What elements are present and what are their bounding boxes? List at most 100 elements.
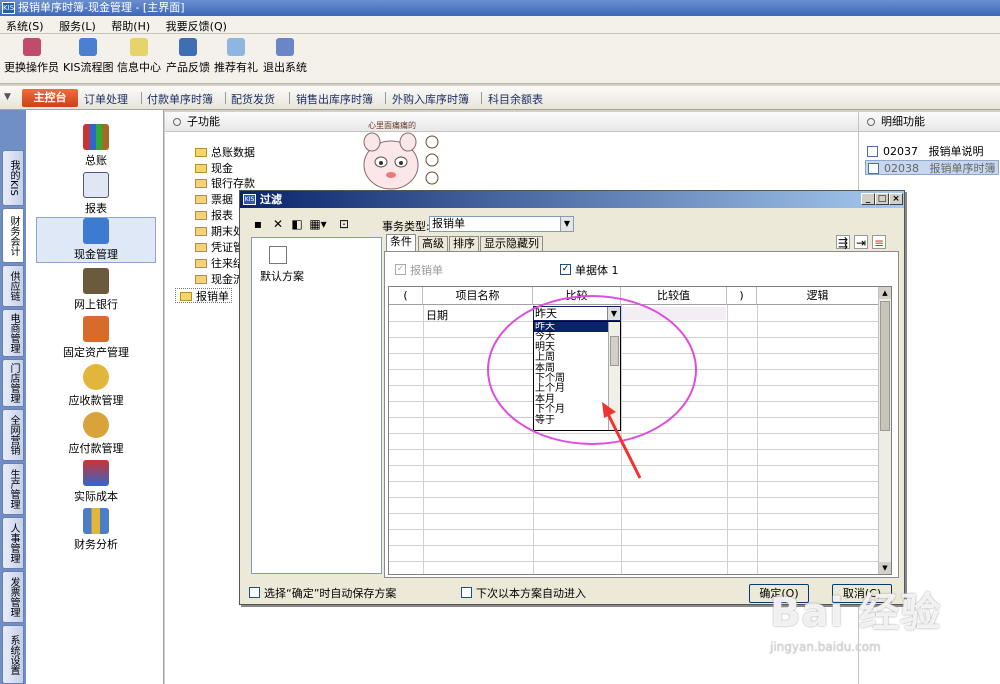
chevron-down-icon[interactable]: ▼ — [560, 217, 573, 231]
module-reports[interactable]: 报表 — [36, 172, 156, 216]
new-scheme-icon[interactable]: ◧ — [290, 217, 304, 231]
module-actual-cost[interactable]: 实际成本 — [36, 460, 156, 504]
folder-icon — [195, 211, 207, 220]
col-field-name: 项目名称 — [423, 287, 533, 305]
tab-order-processing[interactable]: 订单处理 — [84, 91, 128, 107]
tree-item[interactable]: 凭证管 — [195, 240, 244, 255]
detail-name: 报销单说明 — [928, 145, 984, 158]
sub-function-title: 子功能 — [187, 115, 220, 128]
module-receivables[interactable]: 应收款管理 — [36, 364, 156, 408]
detail-item[interactable]: 02037 报销单说明 — [865, 144, 999, 159]
tab-show-hide-columns[interactable]: 显示隐藏列 — [480, 236, 543, 252]
flowchart-button[interactable]: KIS流程图 — [63, 38, 113, 75]
scroll-thumb[interactable] — [880, 301, 890, 431]
tree-item[interactable]: 现金流 — [195, 272, 244, 287]
tab-advanced[interactable]: 高级 — [418, 236, 448, 252]
menu-system[interactable]: 系统(S) — [0, 16, 50, 34]
vtab-marketing[interactable]: 全网营销 — [2, 409, 24, 461]
checkbox-danju[interactable]: ✓ — [560, 264, 571, 275]
vtab-store[interactable]: 门店管理 — [2, 359, 24, 407]
biztype-label: 事务类型: — [382, 220, 430, 233]
module-fixed-assets[interactable]: 固定资产管理 — [36, 316, 156, 360]
chart-icon — [83, 508, 109, 534]
scroll-down-icon[interactable]: ▼ — [879, 562, 891, 574]
insert-row-icon[interactable]: ⇶ — [836, 235, 850, 250]
delete-icon[interactable]: ✕ — [271, 217, 285, 231]
collapse-icon[interactable] — [867, 118, 875, 126]
grid-scrollbar[interactable]: ▲ ▼ — [878, 287, 891, 574]
checkbox-danju-label: 单据体 1 — [575, 264, 619, 277]
scheme-folder-icon[interactable] — [269, 246, 287, 264]
truck-icon — [83, 316, 109, 342]
tree-item[interactable]: 票据 — [195, 192, 233, 207]
module-online-bank[interactable]: 网上银行 — [36, 268, 156, 312]
tree-item-selected[interactable]: 报销单 — [175, 288, 232, 303]
tree-item[interactable]: 期末处 — [195, 224, 244, 239]
tree-item[interactable]: 银行存款 — [195, 176, 255, 191]
chevron-down-icon[interactable]: ▼ — [4, 92, 18, 104]
scheme-default[interactable]: 默认方案 — [260, 268, 304, 284]
export-icon[interactable]: ⊡ — [337, 217, 351, 231]
exit-icon — [276, 38, 294, 56]
tab-purchase-in[interactable]: 外购入库序时簿 — [392, 91, 469, 107]
tree-item[interactable]: 现金 — [195, 161, 233, 176]
vtab-settings[interactable]: 系统设置 — [2, 625, 24, 684]
switch-user-button[interactable]: 更换操作员 — [4, 38, 59, 75]
scheme-list: 默认方案 — [251, 237, 382, 574]
module-general-ledger[interactable]: 总账 — [36, 124, 156, 168]
menu-help[interactable]: 帮助(H) — [105, 16, 156, 34]
biztype-value: 报销单 — [432, 217, 465, 230]
exit-system-button[interactable]: 退出系统 — [263, 38, 307, 75]
menu-feedback[interactable]: 我要反馈(Q) — [160, 16, 233, 34]
close-icon[interactable]: × — [889, 193, 903, 205]
collapse-icon[interactable] — [173, 118, 181, 126]
save-icon[interactable]: ▪ — [251, 217, 265, 231]
checkbox-baoxiao-label: 报销单 — [410, 264, 443, 277]
append-row-icon[interactable]: ⇥ — [854, 235, 868, 250]
tab-sales-out[interactable]: 销售出库序时簿 — [296, 91, 373, 107]
vtab-production[interactable]: 生产管理 — [2, 463, 24, 515]
module-cash-management[interactable]: 现金管理 — [36, 217, 156, 263]
recommend-gift-label: 推荐有礼 — [214, 61, 258, 74]
checkbox-auto-enter[interactable] — [461, 587, 472, 598]
minimize-icon[interactable]: _ — [861, 193, 875, 205]
detail-item-selected[interactable]: 02038 报销单序时簿 — [865, 160, 999, 175]
vtab-invoice[interactable]: 发票管理 — [2, 571, 24, 623]
maximize-icon[interactable]: □ — [875, 193, 889, 205]
vtab-ecommerce[interactable]: 电商管理 — [2, 309, 24, 357]
biztype-select[interactable]: 报销单 ▼ — [429, 216, 574, 232]
checkbox-baoxiao[interactable]: ✓ — [395, 264, 406, 275]
window-title: 报销单序时簿-现金管理 - [主界面] — [18, 1, 185, 14]
module-financial-analysis[interactable]: 财务分析 — [36, 508, 156, 552]
message-center-button[interactable]: 信息中心 — [117, 38, 161, 75]
checkbox-auto-save[interactable] — [249, 587, 260, 598]
col-close-paren: ) — [727, 287, 757, 305]
tab-sort[interactable]: 排序 — [449, 236, 479, 252]
money-bag-icon — [83, 364, 109, 390]
tab-main-console[interactable]: 主控台 — [22, 89, 78, 107]
tree-item[interactable]: 往来结 — [195, 256, 244, 271]
vtab-finance[interactable]: 财务会计 — [2, 208, 24, 263]
module-label: 固定资产管理 — [63, 346, 129, 359]
module-tab-strip: ▼ 主控台 订单处理 付款单序时簿 配货发货 销售出库序时簿 外购入库序时簿 科… — [0, 86, 1000, 110]
tab-conditions[interactable]: 条件 — [386, 234, 416, 252]
row-field-value[interactable]: 日期 — [426, 307, 448, 323]
tree-item[interactable]: 总账数据 — [195, 145, 255, 160]
message-icon — [130, 38, 148, 56]
recommend-gift-button[interactable]: 推荐有礼 — [214, 38, 258, 75]
vtab-my-kis[interactable]: 我的KIS — [2, 150, 24, 206]
vtab-hr[interactable]: 人事管理 — [2, 517, 24, 569]
scroll-up-icon[interactable]: ▲ — [879, 287, 891, 299]
vtab-supply-chain[interactable]: 供应链 — [2, 265, 24, 307]
feedback-icon — [179, 38, 197, 56]
product-feedback-button[interactable]: 产品反馈 — [166, 38, 210, 75]
tree-item[interactable]: 报表 — [195, 208, 233, 223]
delete-row-icon[interactable]: ≡ — [872, 235, 886, 250]
module-label: 现金管理 — [74, 248, 118, 261]
tab-payment-list[interactable]: 付款单序时簿 — [147, 91, 213, 107]
tab-account-balance[interactable]: 科目余额表 — [488, 91, 543, 107]
grid-options-icon[interactable]: ▦▾ — [308, 217, 328, 231]
menu-service[interactable]: 服务(L) — [53, 16, 102, 34]
module-payables[interactable]: 应付款管理 — [36, 412, 156, 456]
tab-distribution[interactable]: 配货发货 — [231, 91, 275, 107]
